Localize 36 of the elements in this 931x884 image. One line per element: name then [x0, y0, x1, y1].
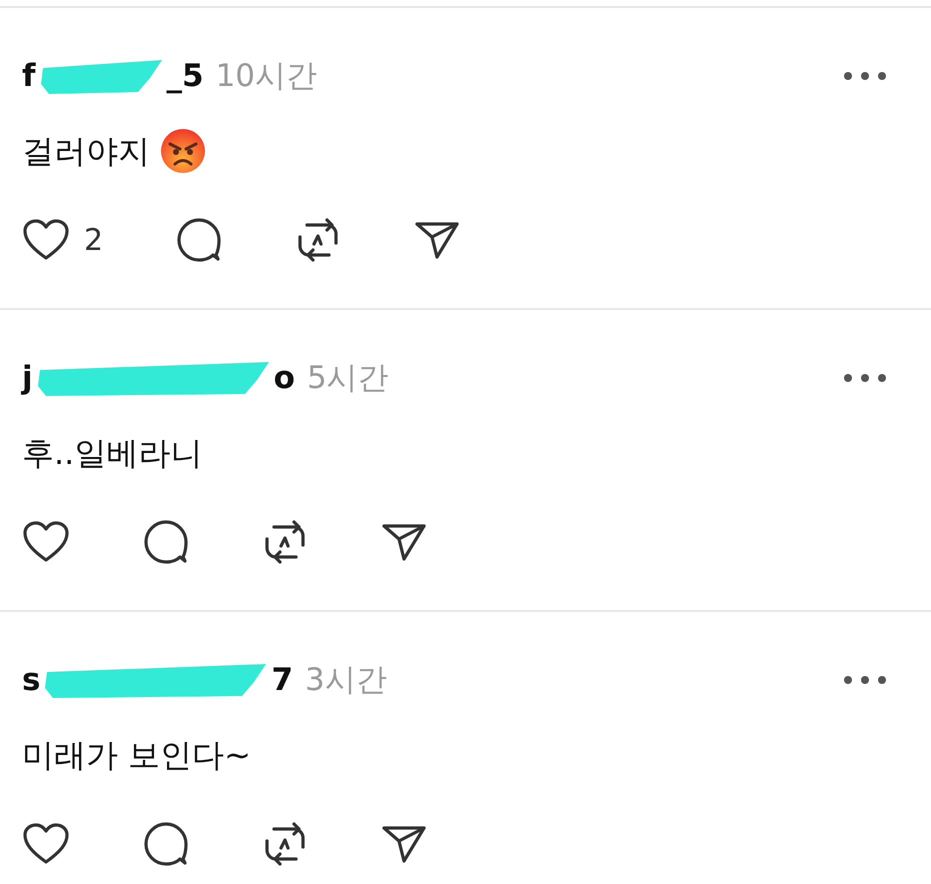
username-fragment[interactable]: o: [274, 358, 295, 398]
username-fragment[interactable]: s: [22, 660, 40, 700]
share-button[interactable]: [381, 522, 427, 562]
post-time: 5시간: [306, 359, 389, 398]
speech-bubble-icon: [176, 217, 222, 263]
like-button[interactable]: [22, 822, 70, 866]
reply-button[interactable]: [143, 519, 189, 565]
username-fragment[interactable]: j: [22, 358, 33, 398]
more-icon: [843, 675, 887, 685]
more-icon: [843, 71, 887, 81]
share-button[interactable]: [381, 824, 427, 864]
like-button[interactable]: [22, 520, 70, 564]
more-button[interactable]: [843, 373, 887, 383]
more-button[interactable]: [843, 71, 887, 81]
heart-icon: [22, 218, 70, 262]
username-fragment[interactable]: 7: [271, 660, 294, 700]
comment-text: 걸러야지: [22, 131, 150, 171]
heart-icon: [22, 822, 70, 866]
reply-button[interactable]: [143, 821, 189, 867]
more-icon: [843, 373, 887, 383]
speech-bubble-icon: [143, 821, 189, 867]
like-button[interactable]: 2: [22, 218, 104, 262]
post-time: 3시간: [305, 661, 387, 700]
speech-bubble-icon: [143, 519, 189, 565]
reply-button[interactable]: [176, 217, 222, 263]
username-fragment[interactable]: f: [22, 56, 36, 96]
username-fragment[interactable]: _5: [166, 56, 204, 96]
post-time: 10시간: [216, 57, 318, 96]
send-icon: [414, 220, 460, 260]
comment-text: 미래가 보인다~: [22, 735, 251, 775]
more-button[interactable]: [843, 675, 887, 685]
send-icon: [381, 824, 427, 864]
send-icon: [381, 522, 427, 562]
comment-text: 후..일베라니: [22, 433, 202, 473]
share-button[interactable]: [414, 220, 460, 260]
heart-icon: [22, 520, 70, 564]
